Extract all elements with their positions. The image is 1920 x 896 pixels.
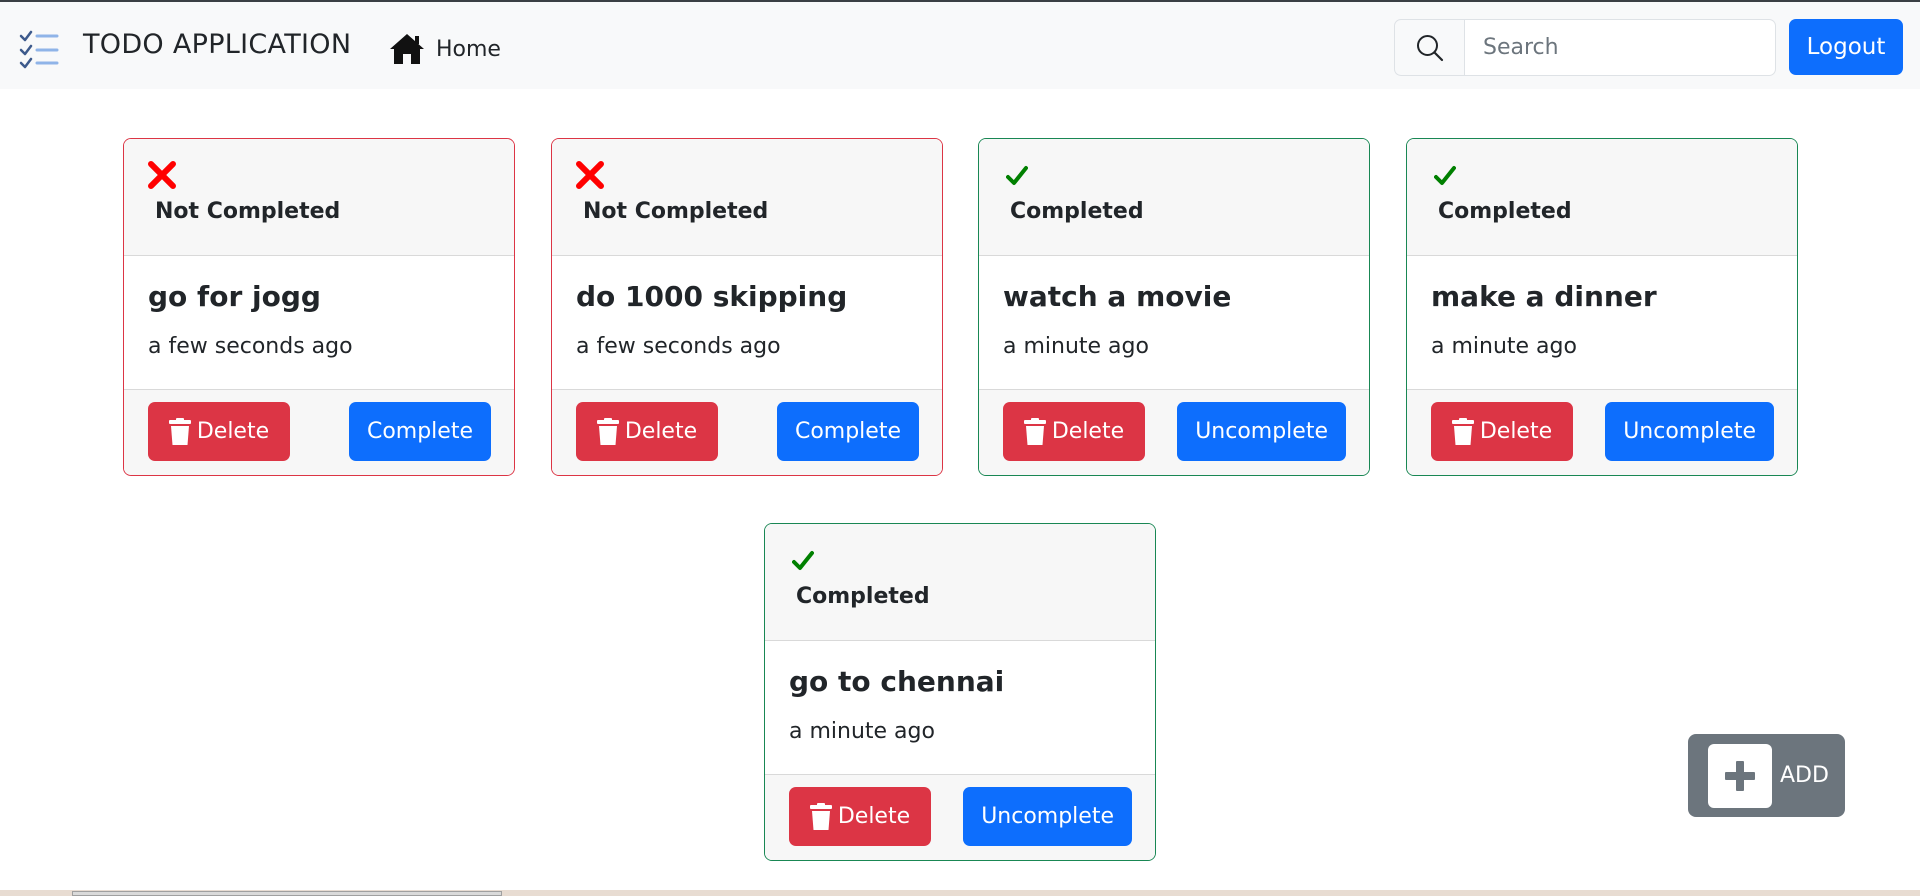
task-list-icon (19, 30, 59, 69)
trash-icon (1023, 417, 1046, 445)
todo-card-header: Completed (765, 524, 1155, 641)
trash-icon (168, 417, 191, 445)
add-label: ADD (1780, 763, 1829, 788)
todo-card-body: watch a movie a minute ago (979, 256, 1369, 390)
todo-card: Not Completed go for jogg a few seconds … (123, 138, 515, 476)
delete-button[interactable]: Delete (789, 787, 931, 846)
taskbar-tab[interactable] (72, 891, 502, 896)
todo-title: go for jogg (148, 280, 321, 313)
todo-card-body: go for jogg a few seconds ago (124, 256, 514, 390)
todo-timestamp: a minute ago (1431, 334, 1577, 359)
uncomplete-button[interactable]: Uncomplete (1177, 402, 1346, 461)
status-label: Completed (1010, 199, 1144, 224)
delete-button[interactable]: Delete (1003, 402, 1145, 461)
home-label: Home (436, 36, 501, 62)
todo-card-body: do 1000 skipping a few seconds ago (552, 256, 942, 390)
todo-card-body: go to chennai a minute ago (765, 641, 1155, 775)
todo-card: Completed go to chennai a minute ago Del… (764, 523, 1156, 861)
todo-card-header: Not Completed (552, 139, 942, 256)
plus-icon-box (1708, 743, 1772, 808)
search-input[interactable] (1465, 19, 1776, 76)
todo-card-footer: Delete Uncomplete (1407, 390, 1797, 475)
uncomplete-button[interactable]: Uncomplete (963, 787, 1132, 846)
todo-timestamp: a few seconds ago (576, 334, 781, 359)
todo-card-header: Completed (979, 139, 1369, 256)
delete-label: Delete (837, 804, 911, 829)
status-label: Completed (796, 584, 930, 609)
todo-timestamp: a minute ago (1003, 334, 1149, 359)
todo-title: watch a movie (1003, 280, 1232, 313)
delete-label: Delete (624, 419, 698, 444)
checkmark-icon (792, 551, 814, 570)
plus-icon (1725, 760, 1755, 791)
cross-icon (148, 161, 176, 189)
delete-button[interactable]: Delete (1431, 402, 1573, 461)
todo-card-footer: Delete Complete (124, 390, 514, 475)
todo-card-footer: Delete Uncomplete (765, 775, 1155, 860)
delete-button[interactable]: Delete (148, 402, 290, 461)
delete-label: Delete (196, 419, 270, 444)
todo-card-footer: Delete Uncomplete (979, 390, 1369, 475)
home-link[interactable]: Home (388, 30, 501, 68)
uncomplete-button[interactable]: Uncomplete (1605, 402, 1774, 461)
trash-icon (1451, 417, 1474, 445)
complete-button[interactable]: Complete (776, 402, 919, 461)
trash-icon (809, 802, 832, 830)
checkmark-icon (1434, 166, 1456, 185)
delete-label: Delete (1051, 419, 1125, 444)
search-icon (1416, 34, 1443, 61)
todo-title: do 1000 skipping (576, 280, 848, 313)
search-button[interactable] (1394, 19, 1465, 76)
todo-card-body: make a dinner a minute ago (1407, 256, 1797, 390)
app-title[interactable]: TODO APPLICATION (83, 29, 351, 60)
logout-button[interactable]: Logout (1789, 19, 1903, 75)
status-label: Not Completed (583, 199, 769, 224)
trash-icon (596, 417, 619, 445)
search-group (1394, 19, 1776, 76)
complete-button[interactable]: Complete (348, 402, 491, 461)
todo-timestamp: a few seconds ago (148, 334, 353, 359)
todo-card: Completed make a dinner a minute ago Del… (1406, 138, 1798, 476)
todo-title: go to chennai (789, 665, 1005, 698)
home-icon (390, 34, 424, 64)
delete-button[interactable]: Delete (576, 402, 718, 461)
status-label: Not Completed (155, 199, 341, 224)
add-todo-button[interactable]: ADD (1688, 734, 1845, 817)
checkmark-icon (1006, 166, 1028, 185)
status-label: Completed (1438, 199, 1572, 224)
todo-card: Completed watch a movie a minute ago Del… (978, 138, 1370, 476)
todo-title: make a dinner (1431, 280, 1657, 313)
delete-label: Delete (1479, 419, 1553, 444)
cross-icon (576, 161, 604, 189)
todo-card-footer: Delete Complete (552, 390, 942, 475)
todo-card: Not Completed do 1000 skipping a few sec… (551, 138, 943, 476)
navbar: TODO APPLICATION Home Logout (0, 2, 1920, 89)
todo-card-header: Completed (1407, 139, 1797, 256)
todo-timestamp: a minute ago (789, 719, 935, 744)
todo-card-header: Not Completed (124, 139, 514, 256)
